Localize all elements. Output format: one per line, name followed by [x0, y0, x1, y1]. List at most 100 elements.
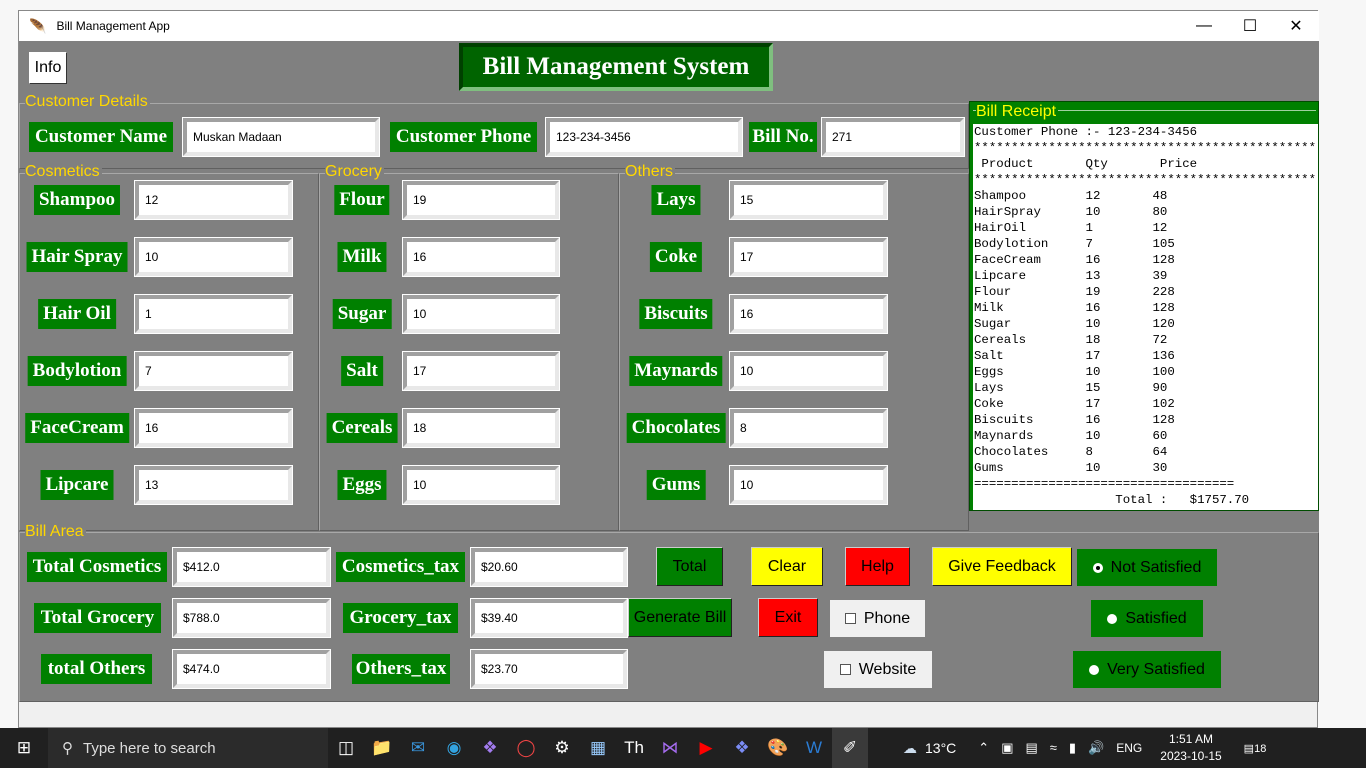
paint-icon[interactable]: 🎨: [760, 728, 796, 768]
receipt-text-area[interactable]: Customer Phone :- 123-234-3456 *********…: [973, 124, 1318, 510]
thonny-icon[interactable]: Th: [616, 728, 652, 768]
settings-icon[interactable]: ⚙: [544, 728, 580, 768]
total-cosmetics-input[interactable]: $412.0: [172, 547, 331, 587]
cosmetics-tax-label: Cosmetics_tax: [336, 552, 465, 582]
grocery-item-qty-input[interactable]: 17: [402, 351, 560, 391]
customer-phone-input[interactable]: 123-234-3456: [545, 117, 743, 157]
bill-number-input[interactable]: 271: [821, 117, 965, 157]
others-item-qty-input[interactable]: 15: [729, 180, 888, 220]
file-explorer-icon[interactable]: 📁: [364, 728, 400, 768]
wifi-icon[interactable]: ≈: [1050, 740, 1057, 756]
task-view-icon[interactable]: ◫: [328, 728, 364, 768]
close-button[interactable]: ✕: [1273, 11, 1319, 41]
others-item-label: Gums: [646, 470, 706, 500]
radio-not-satisfied[interactable]: Not Satisfied: [1077, 549, 1217, 586]
grocery-item-label: Sugar: [332, 299, 392, 329]
volume-icon[interactable]: 🔊: [1088, 740, 1104, 756]
others-item-label: Biscuits: [639, 299, 713, 329]
visual-studio-icon[interactable]: ⋈: [652, 728, 688, 768]
cosmetics-item-label: Hair Oil: [38, 299, 116, 329]
camera-icon[interactable]: ▣: [1001, 740, 1013, 756]
radio-label: Very Satisfied: [1107, 660, 1205, 678]
display-icon[interactable]: ▤: [1025, 740, 1037, 756]
search-box[interactable]: ⚲ Type here to search: [48, 728, 328, 768]
app-icon[interactable]: ▦: [580, 728, 616, 768]
others-item-qty-input[interactable]: 17: [729, 237, 888, 277]
total-grocery-input[interactable]: $788.0: [172, 598, 331, 638]
cosmetics-item-qty-input[interactable]: 16: [134, 408, 293, 448]
cosmetics-item-label: FaceCream: [25, 413, 129, 443]
others-item-qty-input[interactable]: 10: [729, 465, 888, 505]
grocery-item-qty-input[interactable]: 10: [402, 294, 560, 334]
cosmetics-item-qty-input[interactable]: 13: [134, 465, 293, 505]
others-item-qty-input[interactable]: 8: [729, 408, 888, 448]
customer-name-label: Customer Name: [29, 122, 173, 152]
grocery-tax-input[interactable]: $39.40: [470, 598, 628, 638]
others-item-label: Lays: [651, 185, 701, 215]
give-feedback-button[interactable]: Give Feedback: [932, 547, 1072, 586]
copilot-app-icon[interactable]: ❖: [724, 728, 760, 768]
minimize-button[interactable]: —: [1181, 11, 1227, 41]
cloud-icon: ☁: [903, 739, 917, 756]
customer-name-input[interactable]: Muskan Madaan: [182, 117, 380, 157]
exit-button[interactable]: Exit: [758, 598, 818, 637]
cosmetics-tax-input[interactable]: $20.60: [470, 547, 628, 587]
feather-icon: 🪶: [29, 17, 47, 34]
word-icon[interactable]: W: [796, 728, 832, 768]
windows-start-icon[interactable]: ⊞: [0, 728, 48, 768]
total-others-input[interactable]: $474.0: [172, 649, 331, 689]
battery-icon[interactable]: ▮: [1069, 740, 1076, 756]
clock-time: 1:51 AM: [1168, 732, 1213, 746]
bill-receipt-panel: Bill Receipt Customer Phone :- 123-234-3…: [969, 101, 1319, 511]
generate-bill-button[interactable]: Generate Bill: [628, 598, 732, 637]
mail-icon[interactable]: ✉: [400, 728, 436, 768]
language-indicator[interactable]: ENG: [1116, 741, 1142, 755]
others-tax-input[interactable]: $23.70: [470, 649, 628, 689]
main-area: Info Bill Management System Customer Det…: [19, 41, 1319, 702]
search-placeholder: Type here to search: [83, 739, 216, 757]
grocery-item-qty-input[interactable]: 18: [402, 408, 560, 448]
grocery-item-qty-input[interactable]: 10: [402, 465, 560, 505]
cosmetics-item-qty-input[interactable]: 10: [134, 237, 293, 277]
total-cosmetics-label: Total Cosmetics: [27, 552, 167, 582]
copilot-icon[interactable]: ❖: [472, 728, 508, 768]
website-checkbox[interactable]: Website: [824, 651, 932, 688]
customer-frame-label: Customer Details: [25, 93, 150, 111]
info-button[interactable]: Info: [29, 52, 67, 84]
total-grocery-label: Total Grocery: [34, 603, 161, 633]
cosmetics-item-qty-input[interactable]: 7: [134, 351, 293, 391]
phone-checkbox[interactable]: Phone: [830, 600, 925, 637]
radio-satisfied[interactable]: Satisfied: [1091, 600, 1203, 637]
others-item-qty-input[interactable]: 16: [729, 294, 888, 334]
clock[interactable]: 1:51 AM 2023-10-15: [1160, 731, 1221, 765]
edge-icon[interactable]: ◉: [436, 728, 472, 768]
others-item-qty-input[interactable]: 10: [729, 351, 888, 391]
cosmetics-item-qty-input[interactable]: 1: [134, 294, 293, 334]
grocery-item-qty-input[interactable]: 19: [402, 180, 560, 220]
window-title: Bill Management App: [56, 19, 170, 33]
cosmetics-item-label: Lipcare: [40, 470, 114, 500]
chrome-icon[interactable]: ◯: [508, 728, 544, 768]
grocery-item-label: Salt: [341, 356, 383, 386]
radio-label: Not Satisfied: [1110, 558, 1202, 576]
bill-area-frame-label: Bill Area: [25, 523, 86, 541]
cosmetics-item-qty-input[interactable]: 12: [134, 180, 293, 220]
youtube-icon[interactable]: ▶: [688, 728, 724, 768]
grocery-item-qty-input[interactable]: 16: [402, 237, 560, 277]
search-icon: ⚲: [62, 740, 73, 757]
radio-very-satisfied[interactable]: Very Satisfied: [1073, 651, 1221, 688]
total-button[interactable]: Total: [656, 547, 723, 586]
feather-app-icon[interactable]: ✐: [832, 728, 868, 768]
notifications-icon[interactable]: ▤18: [1244, 742, 1267, 755]
clear-button[interactable]: Clear: [751, 547, 823, 586]
help-button[interactable]: Help: [845, 547, 910, 586]
notification-count: 18: [1254, 742, 1267, 755]
website-checkbox-label: Website: [858, 660, 917, 678]
maximize-button[interactable]: ☐: [1227, 11, 1273, 41]
taskbar: ⊞ ⚲ Type here to search ◫ 📁 ✉ ◉ ❖ ◯ ⚙ ▦ T…: [0, 728, 1366, 768]
chevron-up-icon[interactable]: ⌃: [978, 740, 989, 756]
radio-indicator: [1089, 664, 1100, 675]
grocery-item-label: Flour: [334, 185, 390, 215]
weather-widget[interactable]: ☁ 13°C: [903, 740, 956, 757]
cosmetics-item-label: Shampoo: [33, 185, 121, 215]
